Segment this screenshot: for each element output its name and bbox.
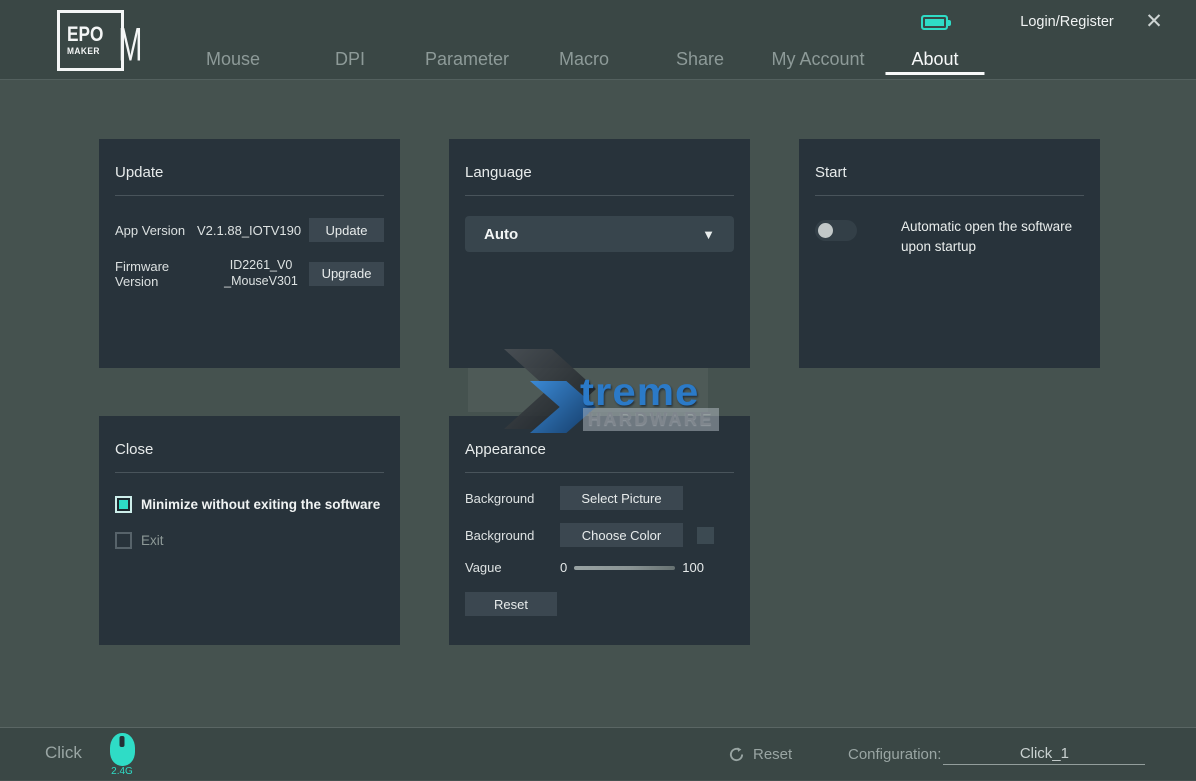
choose-color-button[interactable]: Choose Color (560, 523, 683, 547)
mouse-wheel-icon (120, 736, 125, 747)
mouse-icon (110, 733, 135, 766)
tab-mouse[interactable]: Mouse (206, 46, 260, 75)
vague-min-value: 0 (560, 560, 567, 575)
update-panel: Update App Version V2.1.88_IOTV190 Updat… (99, 139, 400, 368)
tab-parameter[interactable]: Parameter (425, 46, 509, 75)
battery-icon (921, 15, 948, 30)
select-picture-button[interactable]: Select Picture (560, 486, 683, 510)
close-panel-title: Close (115, 441, 384, 458)
app-version-value: V2.1.88_IOTV190 (197, 223, 309, 238)
background-color-swatch[interactable] (697, 527, 714, 544)
tab-my-account[interactable]: My Account (771, 46, 864, 75)
startup-option-row: Automatic open the software upon startup (815, 217, 1084, 256)
close-window-icon[interactable]: ✕ (1142, 10, 1166, 34)
language-panel-title: Language (465, 164, 734, 181)
startup-toggle[interactable] (815, 220, 857, 241)
footer-bar: Click 2.4G Reset Configuration: Click_1 (0, 727, 1196, 780)
firmware-value-line1: ID2261_V0 (230, 258, 293, 272)
footer-reset-button[interactable]: Reset (729, 728, 792, 781)
exit-checkbox[interactable] (115, 532, 132, 549)
click-label: Click (45, 728, 82, 778)
logo-line1: EPO (67, 24, 103, 46)
appearance-reset-row: Reset (465, 592, 734, 616)
startup-description: Automatic open the software upon startup (901, 217, 1081, 256)
device-selector[interactable]: 2.4G (107, 733, 137, 777)
configuration-label: Configuration: (848, 746, 941, 763)
login-register-link[interactable]: Login/Register (1020, 14, 1114, 30)
tab-dpi[interactable]: DPI (335, 46, 365, 75)
minimize-checkbox[interactable] (115, 496, 132, 513)
appearance-panel: Appearance Background Select Picture Bac… (449, 416, 750, 645)
background-color-row: Background Choose Color (465, 523, 734, 547)
background-picture-row: Background Select Picture (465, 486, 734, 510)
exit-option-row[interactable]: Exit (115, 532, 384, 549)
divider (465, 472, 734, 473)
vague-row: Vague 0 100 (465, 560, 734, 575)
chevron-down-icon: ▼ (702, 227, 715, 242)
app-window: EPO MAKER M Mouse DPI Parameter Macro Sh… (0, 0, 1196, 780)
exit-option-label: Exit (141, 533, 164, 548)
appearance-panel-title: Appearance (465, 441, 734, 458)
appearance-reset-button[interactable]: Reset (465, 592, 557, 616)
upgrade-button[interactable]: Upgrade (309, 262, 384, 286)
minimize-option-label: Minimize without exiting the software (141, 497, 380, 512)
minimize-option-row[interactable]: Minimize without exiting the software (115, 496, 384, 513)
firmware-version-value: ID2261_V0 _MouseV301 (213, 258, 309, 289)
vague-slider[interactable] (574, 566, 675, 570)
divider (115, 195, 384, 196)
watermark-band (468, 368, 708, 412)
tab-about[interactable]: About (885, 46, 984, 75)
start-panel: Start Automatic open the software upon s… (799, 139, 1100, 368)
close-panel: Close Minimize without exiting the softw… (99, 416, 400, 645)
connection-badge: 2.4G (107, 766, 137, 777)
update-panel-title: Update (115, 164, 384, 181)
app-version-label: App Version (115, 223, 197, 238)
language-panel: Language Auto ▼ (449, 139, 750, 368)
language-selected-value: Auto (484, 226, 702, 243)
header-bar: EPO MAKER M Mouse DPI Parameter Macro Sh… (0, 0, 1196, 80)
app-version-row: App Version V2.1.88_IOTV190 Update (115, 218, 384, 242)
background-color-label: Background (465, 528, 560, 543)
firmware-version-label: Firmware Version (115, 259, 213, 289)
start-panel-title: Start (815, 164, 1084, 181)
firmware-version-row: Firmware Version ID2261_V0 _MouseV301 Upg… (115, 258, 384, 289)
vague-max-value: 100 (682, 560, 704, 575)
divider (815, 195, 1084, 196)
logo-line2: MAKER (67, 46, 106, 57)
divider (465, 195, 734, 196)
epomaker-logo: EPO MAKER M (57, 10, 124, 71)
toggle-knob (818, 223, 833, 238)
logo-m: M (119, 17, 143, 71)
configuration-input[interactable]: Click_1 (943, 745, 1145, 765)
tab-share[interactable]: Share (676, 46, 724, 75)
divider (115, 472, 384, 473)
background-picture-label: Background (465, 491, 560, 506)
refresh-icon (729, 747, 744, 762)
update-button[interactable]: Update (309, 218, 384, 242)
tab-macro[interactable]: Macro (559, 46, 609, 75)
vague-label: Vague (465, 560, 560, 575)
footer-reset-label: Reset (753, 746, 792, 763)
language-dropdown[interactable]: Auto ▼ (465, 216, 734, 252)
configuration-group: Configuration: Click_1 (848, 728, 1145, 781)
logo-text-block: EPO MAKER (67, 17, 111, 63)
watermark-treme-text: treme (580, 370, 699, 414)
firmware-value-line2: _MouseV301 (224, 274, 298, 288)
